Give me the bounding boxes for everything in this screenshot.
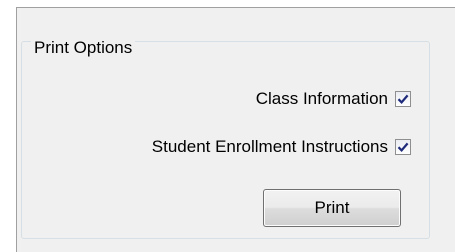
class-information-option[interactable]: Class Information — [256, 87, 411, 111]
print-options-group-title: Print Options — [31, 36, 136, 60]
student-enrollment-instructions-option[interactable]: Student Enrollment Instructions — [152, 135, 411, 159]
student-enrollment-instructions-checkbox[interactable] — [395, 139, 411, 155]
check-mark-icon — [397, 142, 409, 153]
class-information-label: Class Information — [255, 89, 388, 108]
print-button[interactable]: Print — [263, 189, 401, 227]
check-mark-icon — [397, 94, 409, 105]
class-information-checkbox[interactable] — [395, 91, 411, 107]
student-enrollment-instructions-label: Student Enrollment Instructions — [151, 137, 388, 156]
